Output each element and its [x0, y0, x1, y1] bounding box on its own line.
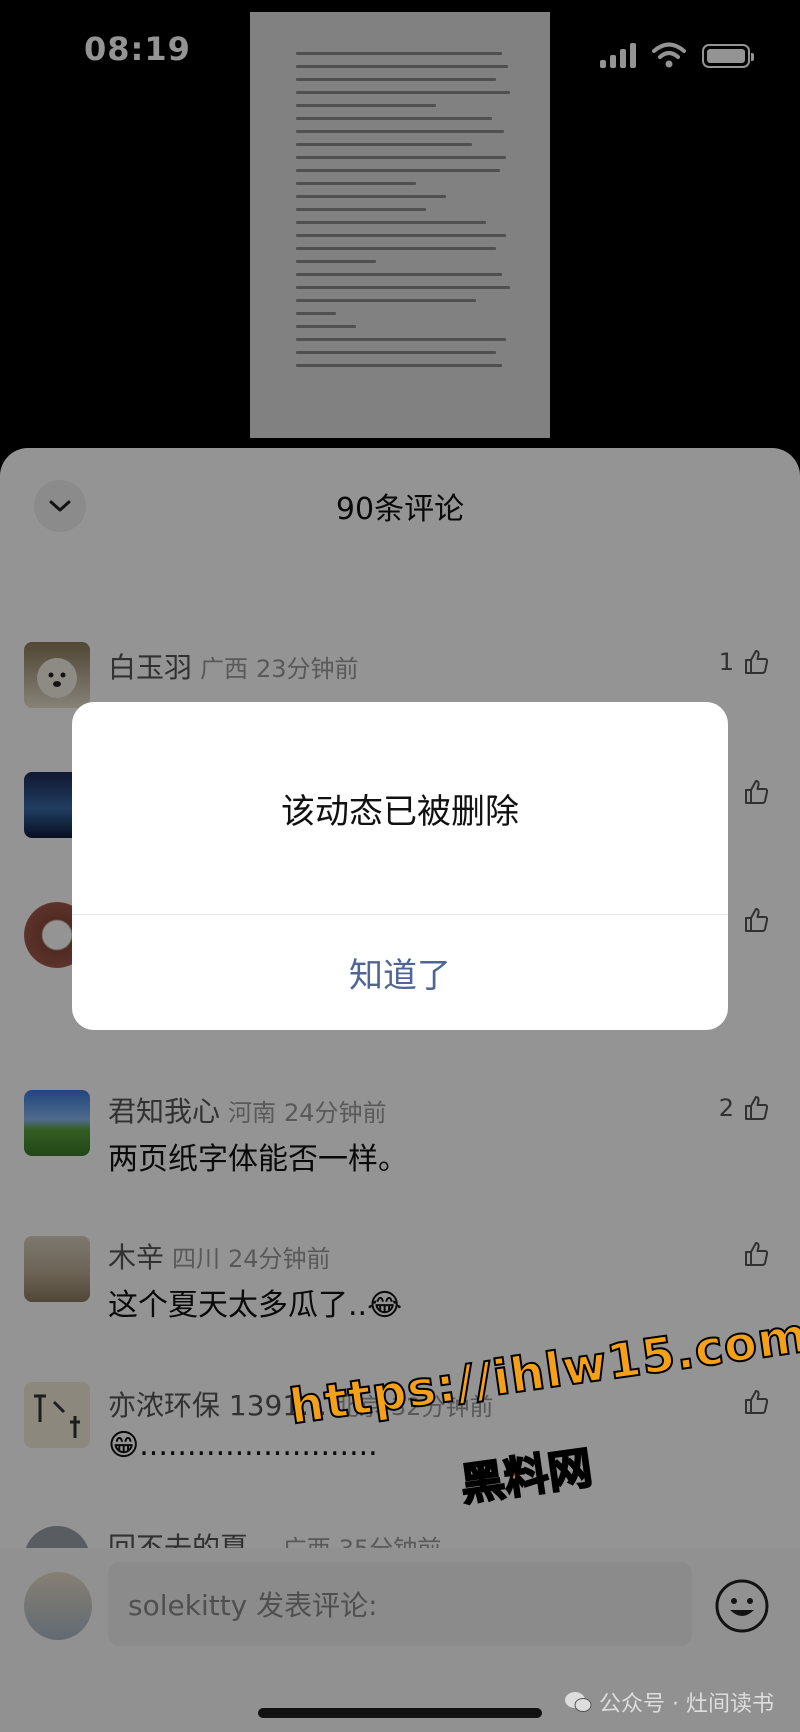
dialog-message: 该动态已被删除	[281, 792, 519, 832]
home-indicator	[258, 1708, 542, 1718]
credit-text: 公众号 · 灶间读书	[599, 1692, 774, 1717]
alert-dialog: 该动态已被删除 知道了	[72, 702, 728, 1030]
credit: 公众号 · 灶间读书	[563, 1686, 774, 1718]
wechat-icon	[565, 1692, 592, 1712]
dialog-ok-button[interactable]: 知道了	[72, 915, 728, 1030]
